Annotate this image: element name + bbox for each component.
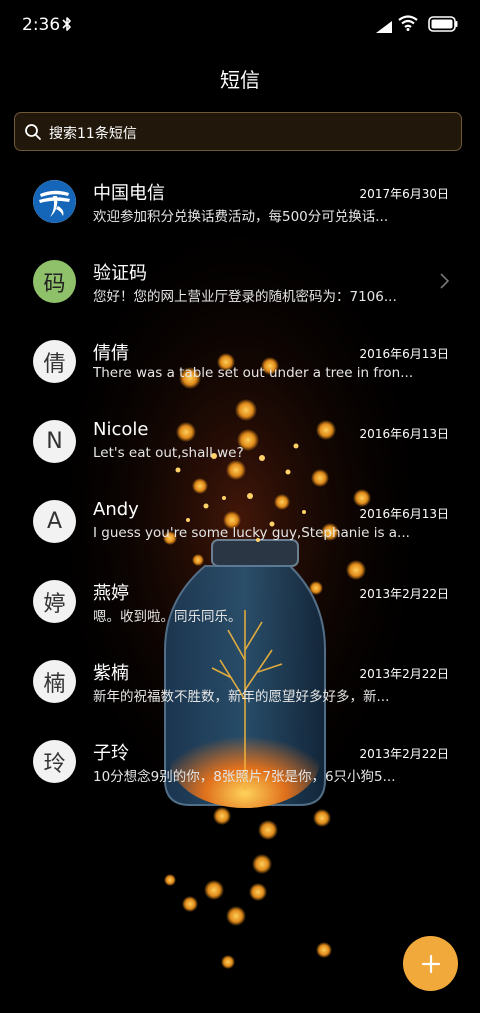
conversation-item[interactable]: A Andy 2016年6月13日 I guess you're some lu… — [0, 490, 480, 570]
contact-name: 验证码 — [93, 263, 147, 284]
contact-name: 燕婷 — [93, 583, 129, 604]
message-date: 2013年2月22日 — [359, 667, 449, 681]
message-preview: 新年的祝福数不胜数，新年的愿望好多好多，新... — [93, 689, 390, 705]
message-date: 2013年2月22日 — [359, 747, 449, 761]
message-date: 2016年6月13日 — [359, 347, 449, 361]
china-telecom-logo-icon — [33, 180, 76, 223]
message-preview: 您好！您的网上营业厅登录的随机密码为：7106... — [93, 289, 397, 305]
plus-icon — [421, 954, 440, 973]
message-preview: 嗯。收到啦。同乐同乐。 — [93, 609, 242, 625]
signal-icon — [376, 18, 392, 37]
status-time: 2:36 — [22, 15, 61, 35]
avatar: 楠 — [33, 660, 76, 703]
search-placeholder: 搜索11条短信 — [49, 126, 137, 142]
contact-name: 紫楠 — [93, 663, 129, 684]
message-date: 2016年6月13日 — [359, 507, 449, 521]
avatar: N — [33, 420, 76, 463]
search-icon — [24, 123, 42, 145]
message-preview: Let's eat out,shall we? — [93, 445, 244, 461]
china-telecom-logo-avatar — [33, 180, 76, 223]
contact-name: 中国电信 — [93, 183, 165, 204]
conversation-item[interactable]: N Nicole 2016年6月13日 Let's eat out,shall … — [0, 410, 480, 490]
conversation-item[interactable]: 楠 紫楠 2013年2月22日 新年的祝福数不胜数，新年的愿望好多好多，新... — [0, 650, 480, 730]
page-title: 短信 — [220, 68, 260, 92]
message-preview: 欢迎参加积分兑换话费活动，每500分可兑换话... — [93, 209, 389, 225]
contact-name: Nicole — [93, 419, 149, 440]
conversation-item[interactable]: 倩 倩倩 2016年6月13日 There was a table set ou… — [0, 330, 480, 410]
contact-name: Andy — [93, 499, 139, 520]
new-message-button[interactable] — [403, 936, 458, 991]
avatar: 玲 — [33, 740, 76, 783]
avatar: 码 — [33, 260, 76, 303]
bluetooth-icon — [62, 15, 72, 37]
conversation-item[interactable]: 中国电信 2017年6月30日 欢迎参加积分兑换话费活动，每500分可兑换话..… — [0, 170, 480, 250]
conversation-list: 中国电信 2017年6月30日 欢迎参加积分兑换话费活动，每500分可兑换话..… — [0, 170, 480, 810]
avatar: 倩 — [33, 340, 76, 383]
message-date: 2017年6月30日 — [359, 187, 449, 201]
wifi-icon — [398, 15, 418, 35]
message-preview: I guess you're some lucky guy,Stephanie … — [93, 525, 410, 541]
search-input[interactable]: 搜索11条短信 — [14, 112, 462, 151]
avatar: 婷 — [33, 580, 76, 623]
message-date: 2013年2月22日 — [359, 587, 449, 601]
message-preview: 10分想念9别的你，8张照片7张是你，6只小狗5... — [93, 769, 396, 785]
avatar: A — [33, 500, 76, 543]
status-bar: 2:36 — [0, 0, 480, 52]
conversation-item[interactable]: 婷 燕婷 2013年2月22日 嗯。收到啦。同乐同乐。 — [0, 570, 480, 650]
contact-name: 倩倩 — [93, 343, 129, 364]
conversation-item[interactable]: 玲 子玲 2013年2月22日 10分想念9别的你，8张照片7张是你，6只小狗5… — [0, 730, 480, 810]
message-date: 2016年6月13日 — [359, 427, 449, 441]
conversation-item[interactable]: 码 验证码 您好！您的网上营业厅登录的随机密码为：7106... — [0, 250, 480, 330]
chevron-right-icon — [440, 273, 450, 293]
contact-name: 子玲 — [93, 743, 129, 764]
battery-icon — [428, 16, 458, 36]
message-preview: There was a table set out under a tree i… — [93, 365, 413, 381]
